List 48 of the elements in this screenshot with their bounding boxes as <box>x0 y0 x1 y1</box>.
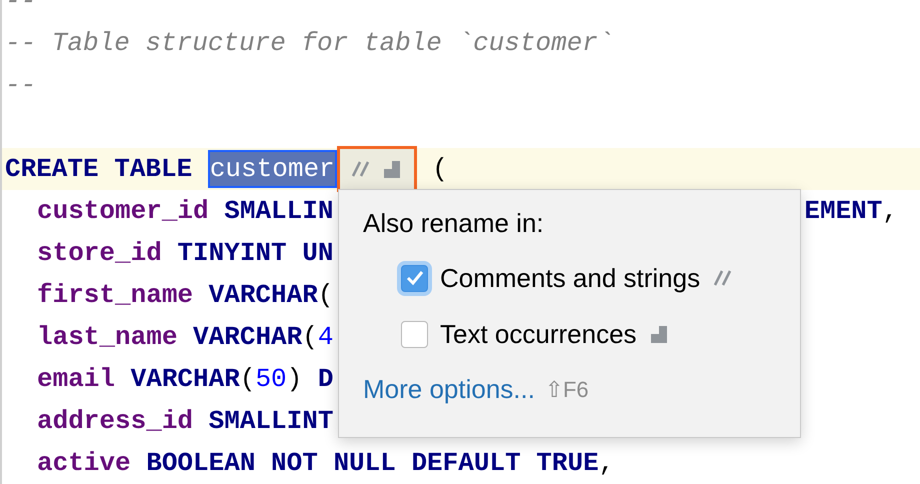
column-name: last_name <box>37 322 178 352</box>
punctuation: ) <box>286 364 302 394</box>
punctuation: , <box>882 196 898 226</box>
number-literal: 50 <box>255 364 287 394</box>
column-name: active <box>37 448 131 478</box>
code-comment: -- <box>5 0 36 16</box>
comment-slashes-icon <box>352 161 370 177</box>
popup-title: Also rename in: <box>363 208 545 238</box>
punctuation: ( <box>240 364 256 394</box>
punctuation: ( <box>302 322 318 352</box>
sql-keyword: BOOLEAN <box>146 448 256 478</box>
column-name: first_name <box>37 280 194 310</box>
shortcut-hint: ⇧F6 <box>544 376 589 402</box>
sql-keyword: SMALLIN <box>224 196 334 226</box>
column-name: store_id <box>37 238 162 268</box>
punctuation: ( <box>318 280 334 310</box>
sql-keyword: NULL <box>333 448 396 478</box>
sql-keyword: SMALLINT <box>208 406 334 436</box>
sql-keyword: EMENT <box>804 196 882 226</box>
code-comment: -- Table structure for table `customer` <box>5 28 614 58</box>
punctuation: ( <box>432 154 448 184</box>
punctuation: , <box>598 448 614 478</box>
rename-inlay[interactable] <box>336 146 417 192</box>
check-icon <box>406 270 424 286</box>
sql-keyword: VARCHAR <box>193 322 302 352</box>
sql-keyword: TRUE <box>536 448 599 478</box>
sql-keyword: VARCHAR <box>130 364 240 394</box>
code-comment: -- <box>5 70 36 100</box>
number-literal: 4 <box>318 322 334 352</box>
sql-keyword: VARCHAR <box>208 280 318 310</box>
comment-slashes-icon <box>714 270 732 286</box>
column-name: customer_id <box>37 196 209 226</box>
column-name: email <box>37 364 116 394</box>
document-icon <box>650 326 667 342</box>
option-label[interactable]: Comments and strings <box>440 262 700 294</box>
document-icon <box>384 160 400 178</box>
sql-keyword: UN <box>302 238 334 268</box>
more-options-link[interactable]: More options... <box>363 374 535 405</box>
selected-identifier: customer <box>208 150 337 188</box>
option-label[interactable]: Text occurrences <box>440 318 637 350</box>
sql-keyword: DEFAULT <box>411 448 521 478</box>
checkbox[interactable] <box>401 320 428 348</box>
sql-keyword: CREATE <box>5 154 99 184</box>
sql-keyword: TINYINT <box>177 238 287 268</box>
sql-keyword: D <box>318 364 334 394</box>
column-name: address_id <box>37 406 194 436</box>
sql-keyword: NOT <box>271 448 318 478</box>
sql-keyword: TABLE <box>114 154 192 184</box>
